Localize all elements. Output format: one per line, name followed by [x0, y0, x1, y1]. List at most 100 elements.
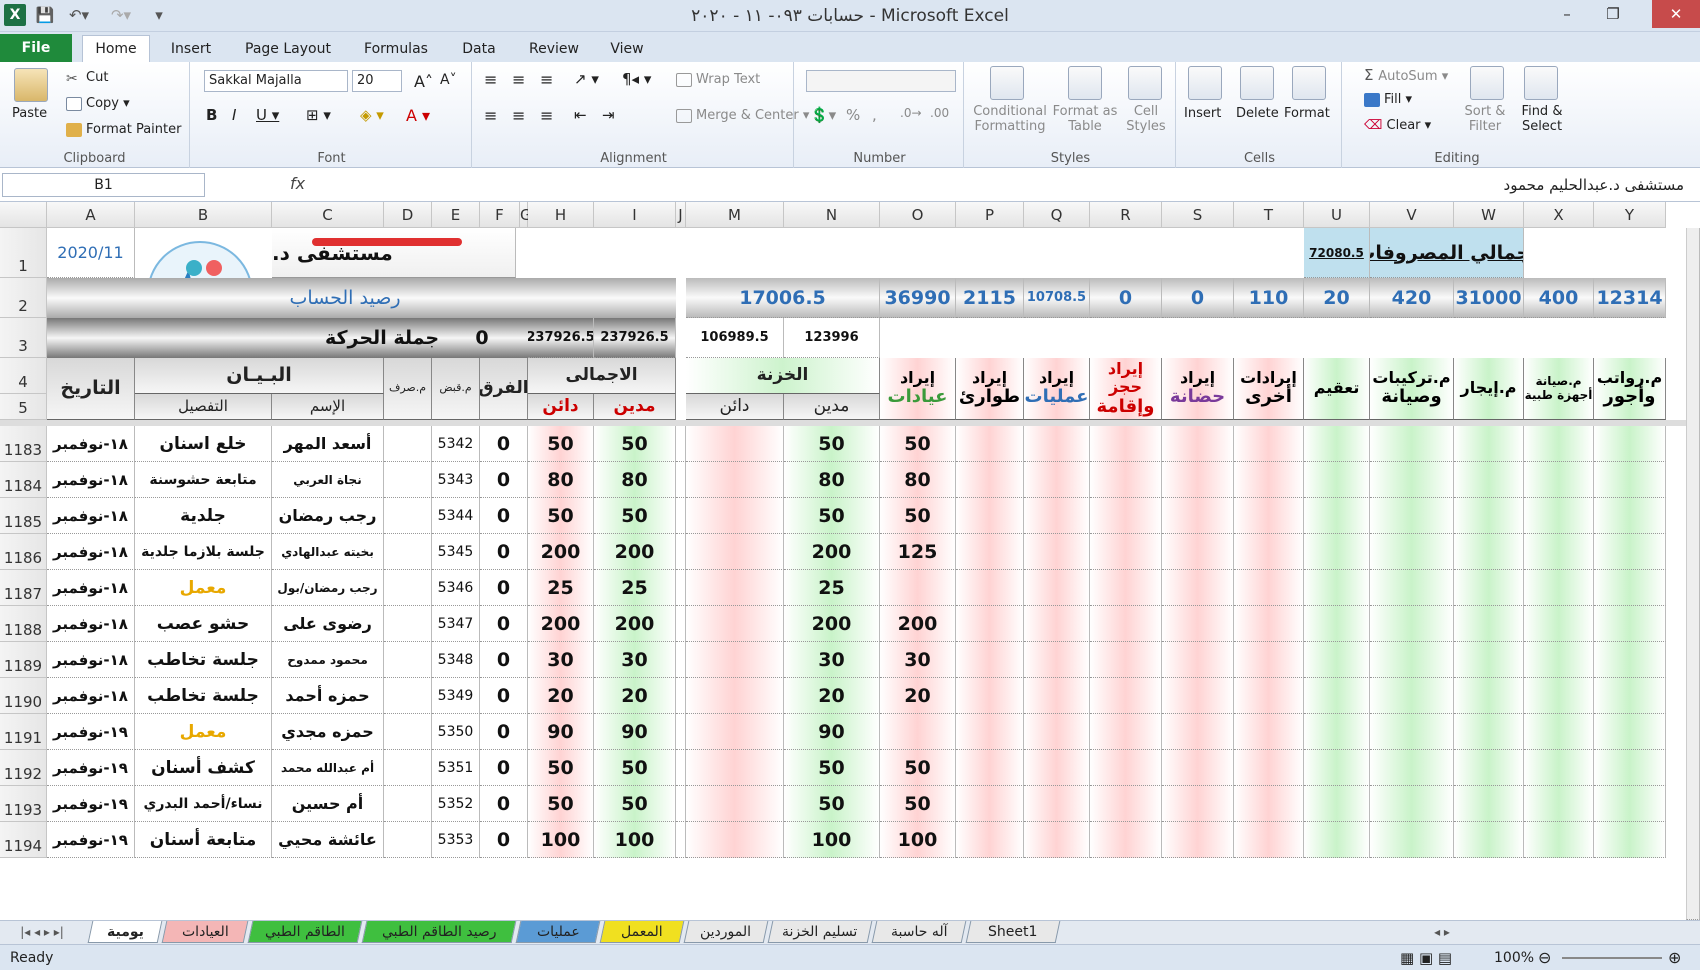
row-header[interactable]: 1183 — [0, 426, 47, 462]
debit-cell[interactable]: 80 — [594, 462, 676, 498]
sheet-tab[interactable]: Sheet1 — [965, 921, 1061, 943]
empty-cell[interactable] — [1524, 678, 1594, 714]
rcpt-no-cell[interactable]: 5349 — [432, 678, 480, 714]
empty-cell[interactable] — [1090, 534, 1162, 570]
detail-cell[interactable]: جلسة بلازما جلدية — [135, 534, 272, 570]
align-right-icon[interactable]: ≡ — [540, 106, 553, 125]
tab-data[interactable]: Data — [452, 36, 506, 62]
fill-color-icon[interactable]: ◈ ▾ — [360, 106, 384, 124]
empty-cell[interactable] — [1304, 786, 1370, 822]
empty-cell[interactable] — [1024, 498, 1090, 534]
name-cell[interactable]: رجب رمضان/بول — [272, 570, 384, 606]
debit-cell[interactable]: 50 — [594, 750, 676, 786]
worksheet-grid[interactable]: A B C D E F G H I J M N O P Q R S T U V W X Y 1 2 3 4 5 2020/11 مستشف… — [0, 202, 1700, 920]
empty-cell[interactable] — [1024, 606, 1090, 642]
cell-styles-icon[interactable] — [1128, 66, 1162, 100]
insert-cells-button[interactable]: Insert — [1184, 106, 1221, 121]
empty-cell[interactable] — [956, 642, 1024, 678]
date-cell[interactable]: ١٨-نوفمبر — [47, 606, 135, 642]
credit-cell[interactable]: 25 — [528, 570, 594, 606]
zoom-slider[interactable] — [1562, 957, 1662, 959]
empty-cell[interactable] — [1024, 534, 1090, 570]
clinics-cell[interactable]: 50 — [880, 786, 956, 822]
empty-cell[interactable] — [956, 426, 1024, 462]
delete-cells-icon[interactable] — [1240, 66, 1274, 100]
column-header[interactable]: Y — [1594, 202, 1666, 228]
tab-home[interactable]: Home — [82, 35, 150, 63]
clear-button[interactable]: ⌫ Clear ▾ — [1364, 118, 1431, 133]
column-header[interactable]: T — [1234, 202, 1304, 228]
date-cell[interactable]: ١٩-نوفمبر — [47, 750, 135, 786]
sheet-tab[interactable]: عمليات — [515, 921, 601, 943]
empty-cell[interactable] — [1454, 606, 1524, 642]
empty-cell[interactable] — [956, 822, 1024, 858]
empty-cell[interactable] — [956, 498, 1024, 534]
clinics-cell[interactable]: 125 — [880, 534, 956, 570]
column-header[interactable]: W — [1454, 202, 1524, 228]
row-header[interactable]: 1186 — [0, 534, 47, 570]
empty-cell[interactable] — [1454, 822, 1524, 858]
date-cell[interactable]: ١٩-نوفمبر — [47, 714, 135, 750]
zoom-out-icon[interactable]: ⊖ — [1538, 945, 1551, 970]
empty-cell[interactable] — [1162, 822, 1234, 858]
empty-cell[interactable] — [1162, 786, 1234, 822]
treasury-credit-cell[interactable] — [686, 426, 784, 462]
sheet-tab[interactable]: رصيد الطاقم الطبي — [361, 921, 517, 943]
treasury-credit-cell[interactable] — [686, 534, 784, 570]
empty-cell[interactable] — [1594, 822, 1666, 858]
sort-filter-button[interactable]: Sort & Filter — [1460, 104, 1510, 134]
rtl-icon[interactable]: ¶◂ ▾ — [622, 70, 651, 88]
diff-cell[interactable]: 0 — [480, 462, 528, 498]
wrap-text-button[interactable]: Wrap Text — [676, 72, 760, 87]
column-header[interactable]: I — [594, 202, 676, 228]
treasury-debit-cell[interactable]: 30 — [784, 642, 880, 678]
name-cell[interactable]: حمزه أحمد — [272, 678, 384, 714]
format-cells-icon[interactable] — [1292, 66, 1326, 100]
credit-cell[interactable]: 20 — [528, 678, 594, 714]
j-cell[interactable] — [676, 642, 686, 678]
column-header[interactable]: M — [686, 202, 784, 228]
tab-page-layout[interactable]: Page Layout — [236, 36, 340, 62]
column-header[interactable]: G — [520, 202, 532, 228]
restore-button[interactable]: ❐ — [1590, 0, 1636, 28]
empty-cell[interactable] — [1162, 678, 1234, 714]
row-header[interactable]: 2 — [0, 278, 47, 318]
row-header[interactable]: 1187 — [0, 570, 47, 606]
name-cell[interactable]: نجاة العربي — [272, 462, 384, 498]
date-cell[interactable]: 2020/11 — [47, 228, 135, 278]
date-cell[interactable]: ١٨-نوفمبر — [47, 498, 135, 534]
empty-cell[interactable] — [1090, 462, 1162, 498]
column-header[interactable]: A — [47, 202, 135, 228]
detail-cell[interactable]: معمل — [135, 570, 272, 606]
view-buttons[interactable]: ▦ ▣ ▤ — [1400, 945, 1452, 970]
tab-review[interactable]: Review — [520, 36, 588, 62]
empty-cell[interactable] — [1594, 714, 1666, 750]
sort-filter-icon[interactable] — [1470, 66, 1504, 100]
j-cell[interactable] — [676, 570, 686, 606]
orientation-icon[interactable]: ↗ ▾ — [574, 70, 599, 88]
empty-cell[interactable] — [1594, 462, 1666, 498]
treasury-debit-cell[interactable]: 200 — [784, 534, 880, 570]
delete-cells-button[interactable]: Delete — [1236, 106, 1279, 121]
copy-button[interactable]: Copy ▾ — [66, 96, 130, 111]
date-cell[interactable]: ١٨-نوفمبر — [47, 534, 135, 570]
empty-cell[interactable] — [1234, 462, 1304, 498]
grow-font-icon[interactable]: A˄ — [414, 72, 433, 91]
empty-cell[interactable] — [1162, 642, 1234, 678]
empty-cell[interactable] — [1370, 786, 1454, 822]
paste-icon[interactable] — [14, 68, 48, 102]
row-header[interactable]: 1185 — [0, 498, 47, 534]
name-box[interactable]: B1 — [2, 173, 205, 197]
empty-cell[interactable] — [1024, 750, 1090, 786]
debit-cell[interactable]: 30 — [594, 642, 676, 678]
empty-cell[interactable] — [1090, 786, 1162, 822]
rcpt-no-cell[interactable]: 5347 — [432, 606, 480, 642]
row-header[interactable]: 1193 — [0, 786, 47, 822]
tab-file[interactable]: File — [0, 34, 72, 62]
rcpt-no-cell[interactable]: 5346 — [432, 570, 480, 606]
fill-button[interactable]: Fill ▾ — [1364, 92, 1412, 107]
empty-cell[interactable] — [1370, 534, 1454, 570]
empty-cell[interactable] — [1370, 642, 1454, 678]
row-header[interactable]: 4 — [0, 358, 47, 394]
empty-cell[interactable] — [1024, 714, 1090, 750]
